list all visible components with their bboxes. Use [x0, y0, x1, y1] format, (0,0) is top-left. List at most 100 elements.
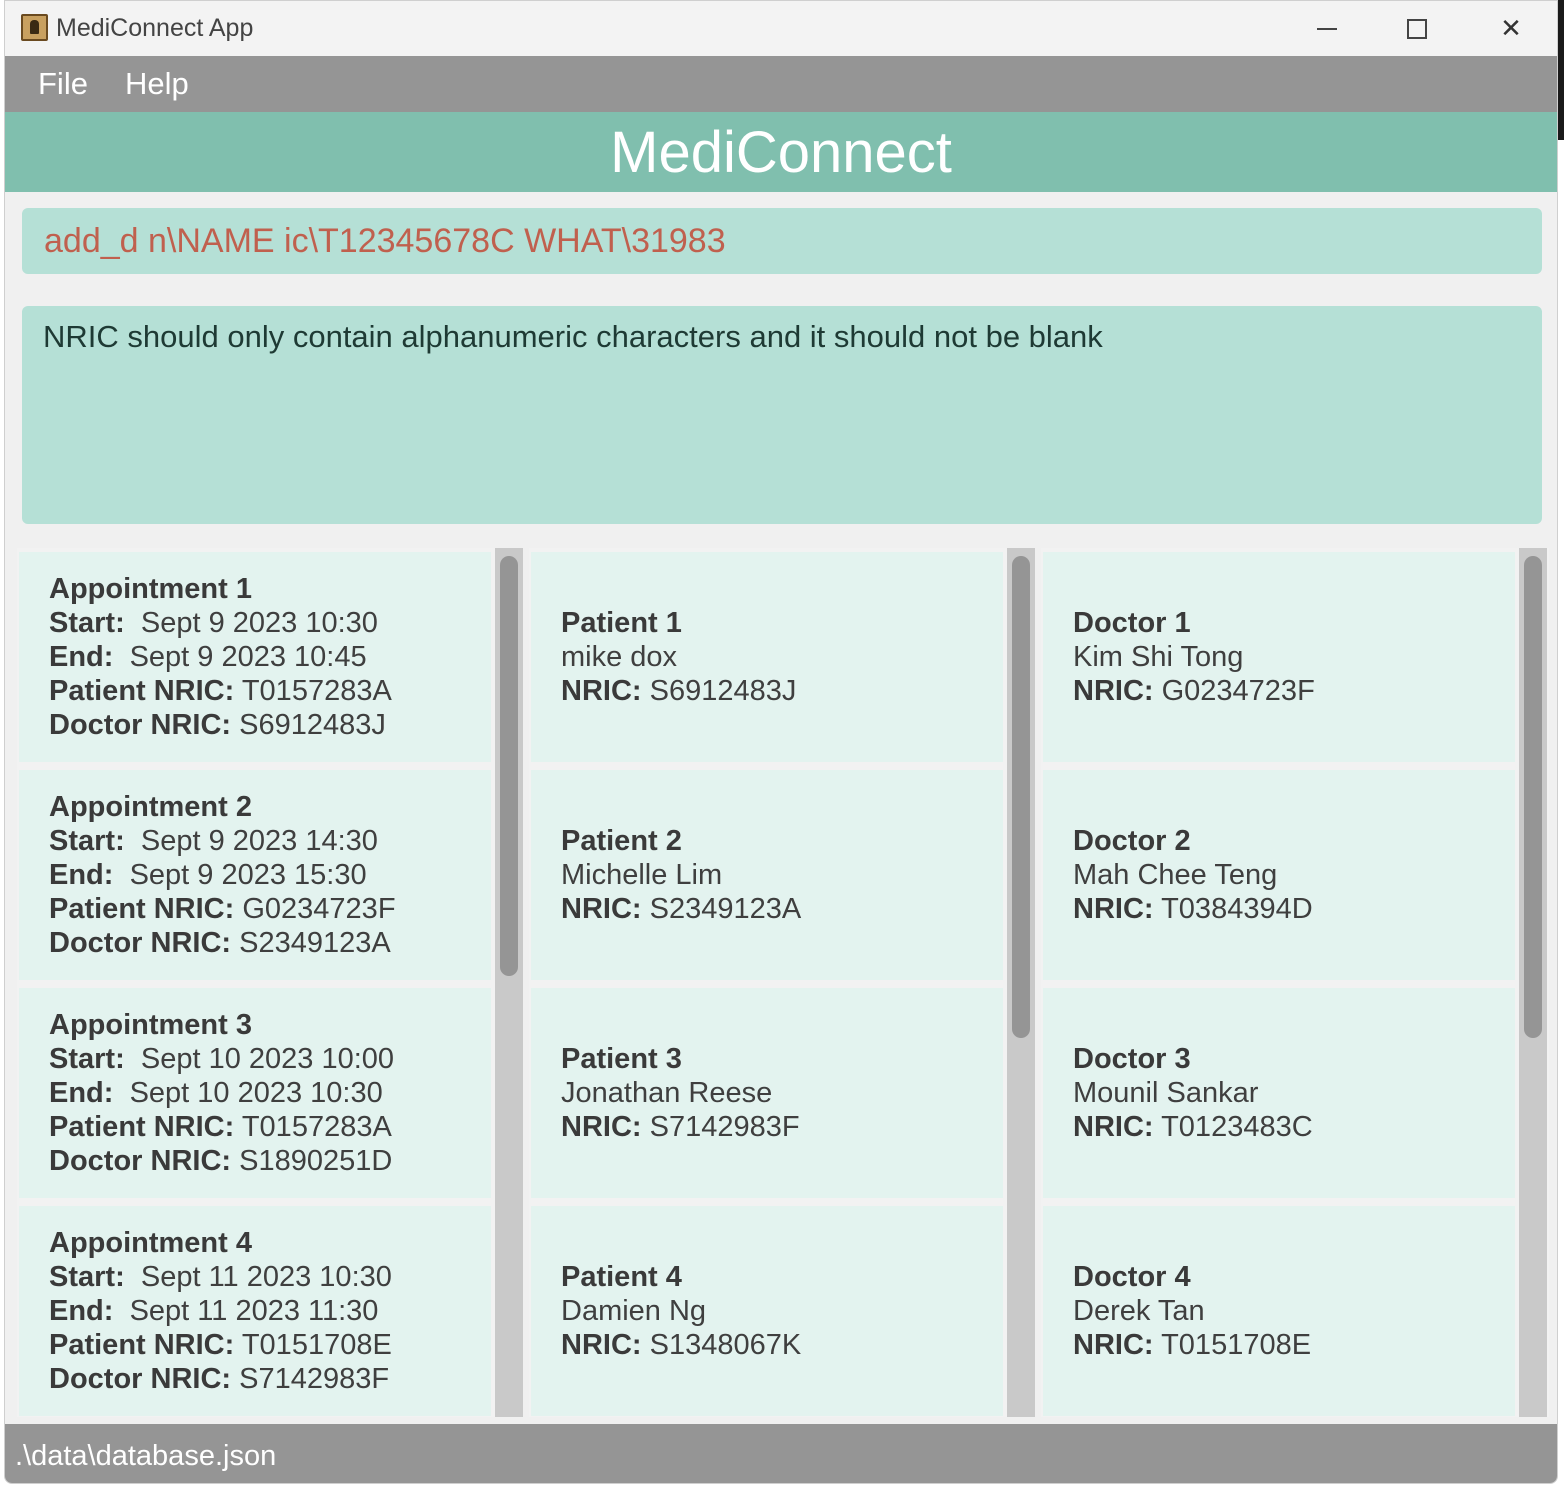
patient-name: Michelle Lim — [561, 859, 723, 891]
doctor-title: Doctor 1 — [1073, 607, 1191, 639]
appointment-start: Sept 10 2023 10:00 — [140, 1043, 395, 1075]
appointment-list[interactable]: Appointment 1 Start: Sept 9 2023 10:30 E… — [17, 548, 523, 1417]
menu-help[interactable]: Help — [125, 66, 189, 102]
start-label: Start: — [49, 1043, 125, 1075]
doctor-name: Derek Tan — [1073, 1295, 1205, 1327]
patient-card[interactable]: Patient 4 Damien Ng NRIC: S1348067K — [531, 1206, 1003, 1416]
scroll-thumb[interactable] — [1012, 556, 1030, 1038]
end-label: End: — [49, 1295, 114, 1327]
doctor-nric: G0234723F — [1161, 675, 1315, 707]
data-file-path: .\data\database.json — [15, 1440, 277, 1472]
doctor-nric-label: Doctor NRIC: — [49, 1363, 232, 1395]
appointment-title: Appointment 3 — [49, 1009, 252, 1041]
patient-nric-label: Patient NRIC: — [49, 1329, 235, 1361]
patient-card[interactable]: Patient 2 Michelle Lim NRIC: S2349123A — [531, 770, 1003, 980]
close-icon: ✕ — [1500, 13, 1522, 43]
command-input[interactable] — [44, 222, 1520, 261]
end-label: End: — [49, 859, 114, 891]
doctor-card[interactable]: Doctor 4 Derek Tan NRIC: T0151708E — [1043, 1206, 1515, 1416]
doctor-scrollbar[interactable] — [1519, 548, 1547, 1417]
start-label: Start: — [49, 607, 125, 639]
start-label: Start: — [49, 825, 125, 857]
end-label: End: — [49, 1077, 114, 1109]
patient-card[interactable]: Patient 3 Jonathan Reese NRIC: S7142983F — [531, 988, 1003, 1198]
appointment-card[interactable]: Appointment 2 Start: Sept 9 2023 14:30 E… — [19, 770, 491, 980]
status-bar: .\data\database.json — [5, 1424, 1557, 1483]
patient-nric: S1348067K — [649, 1329, 802, 1361]
lists-area: Appointment 1 Start: Sept 9 2023 10:30 E… — [17, 548, 1551, 1417]
scroll-thumb[interactable] — [500, 556, 518, 976]
nric-label: NRIC: — [1073, 1329, 1154, 1361]
nric-label: NRIC: — [561, 893, 642, 925]
doctor-nric: T0384394D — [1161, 893, 1313, 925]
appointment-scrollbar[interactable] — [495, 548, 523, 1417]
appointment-start: Sept 9 2023 14:30 — [140, 825, 378, 857]
title-bar[interactable]: MediConnect App ✕ — [5, 1, 1557, 56]
end-label: End: — [49, 641, 114, 673]
appointment-start: Sept 11 2023 10:30 — [140, 1261, 392, 1293]
appointment-title: Appointment 2 — [49, 791, 252, 823]
scroll-thumb[interactable] — [1524, 556, 1542, 1038]
appointment-patient-nric: T0157283A — [241, 1111, 392, 1143]
minimize-icon — [1317, 27, 1337, 30]
doctor-card[interactable]: Doctor 1 Kim Shi Tong NRIC: G0234723F — [1043, 552, 1515, 762]
patient-title: Patient 3 — [561, 1043, 682, 1075]
appointment-patient-nric: T0151708E — [241, 1329, 392, 1361]
menu-bar: File Help — [5, 56, 1557, 112]
patient-nric: S6912483J — [649, 675, 797, 707]
patient-scrollbar[interactable] — [1007, 548, 1035, 1417]
nric-label: NRIC: — [1073, 675, 1154, 707]
patient-list[interactable]: Patient 1 mike dox NRIC: S6912483J Patie… — [529, 548, 1035, 1417]
doctor-title: Doctor 4 — [1073, 1261, 1191, 1293]
appointment-title: Appointment 1 — [49, 573, 252, 605]
appointment-patient-nric: G0234723F — [242, 893, 396, 925]
appointment-doctor-nric: S1890251D — [239, 1145, 393, 1177]
doctor-list[interactable]: Doctor 1 Kim Shi Tong NRIC: G0234723F Do… — [1041, 548, 1549, 1417]
appointment-end: Sept 9 2023 15:30 — [129, 859, 367, 891]
minimize-button[interactable] — [1281, 1, 1373, 56]
patient-title: Patient 1 — [561, 607, 682, 639]
patient-name: Damien Ng — [561, 1295, 707, 1327]
nric-label: NRIC: — [1073, 893, 1154, 925]
appointment-end: Sept 10 2023 10:30 — [129, 1077, 383, 1109]
appointment-end: Sept 9 2023 10:45 — [129, 641, 367, 673]
appointment-start: Sept 9 2023 10:30 — [140, 607, 378, 639]
doctor-card[interactable]: Doctor 2 Mah Chee Teng NRIC: T0384394D — [1043, 770, 1515, 980]
doctor-title: Doctor 3 — [1073, 1043, 1191, 1075]
doctor-card[interactable]: Doctor 3 Mounil Sankar NRIC: T0123483C — [1043, 988, 1515, 1198]
appointment-end: Sept 11 2023 11:30 — [129, 1295, 379, 1327]
result-display[interactable]: NRIC should only contain alphanumeric ch… — [22, 306, 1542, 524]
patient-card[interactable]: Patient 1 mike dox NRIC: S6912483J — [531, 552, 1003, 762]
appointment-patient-nric: T0157283A — [241, 675, 392, 707]
doctor-nric-label: Doctor NRIC: — [49, 1145, 232, 1177]
patient-nric-label: Patient NRIC: — [49, 1111, 235, 1143]
app-banner: MediConnect — [5, 112, 1557, 192]
maximize-icon — [1407, 18, 1427, 39]
doctor-nric: T0123483C — [1161, 1111, 1313, 1143]
nric-label: NRIC: — [561, 675, 642, 707]
maximize-button[interactable] — [1371, 1, 1463, 56]
patient-nric-label: Patient NRIC: — [49, 675, 235, 707]
patient-nric-label: Patient NRIC: — [49, 893, 235, 925]
patient-nric: S7142983F — [649, 1111, 800, 1143]
menu-file[interactable]: File — [38, 66, 88, 102]
appointment-doctor-nric: S7142983F — [239, 1363, 390, 1395]
appointment-card[interactable]: Appointment 4 Start: Sept 11 2023 10:30 … — [19, 1206, 491, 1416]
close-button[interactable]: ✕ — [1465, 1, 1557, 56]
appointment-doctor-nric: S6912483J — [239, 709, 386, 741]
doctor-nric: T0151708E — [1161, 1329, 1312, 1361]
patient-nric: S2349123A — [649, 893, 802, 925]
patient-title: Patient 4 — [561, 1261, 682, 1293]
nric-label: NRIC: — [561, 1329, 642, 1361]
app-icon — [21, 14, 48, 41]
doctor-name: Kim Shi Tong — [1073, 641, 1244, 673]
app-window: MediConnect App ✕ File Help MediConnect … — [4, 0, 1558, 1484]
appointment-card[interactable]: Appointment 1 Start: Sept 9 2023 10:30 E… — [19, 552, 491, 762]
patient-name: Jonathan Reese — [561, 1077, 773, 1109]
doctor-name: Mounil Sankar — [1073, 1077, 1259, 1109]
doctor-name: Mah Chee Teng — [1073, 859, 1278, 891]
doctor-title: Doctor 2 — [1073, 825, 1191, 857]
nric-label: NRIC: — [1073, 1111, 1154, 1143]
appointment-title: Appointment 4 — [49, 1227, 252, 1259]
appointment-card[interactable]: Appointment 3 Start: Sept 10 2023 10:00 … — [19, 988, 491, 1198]
